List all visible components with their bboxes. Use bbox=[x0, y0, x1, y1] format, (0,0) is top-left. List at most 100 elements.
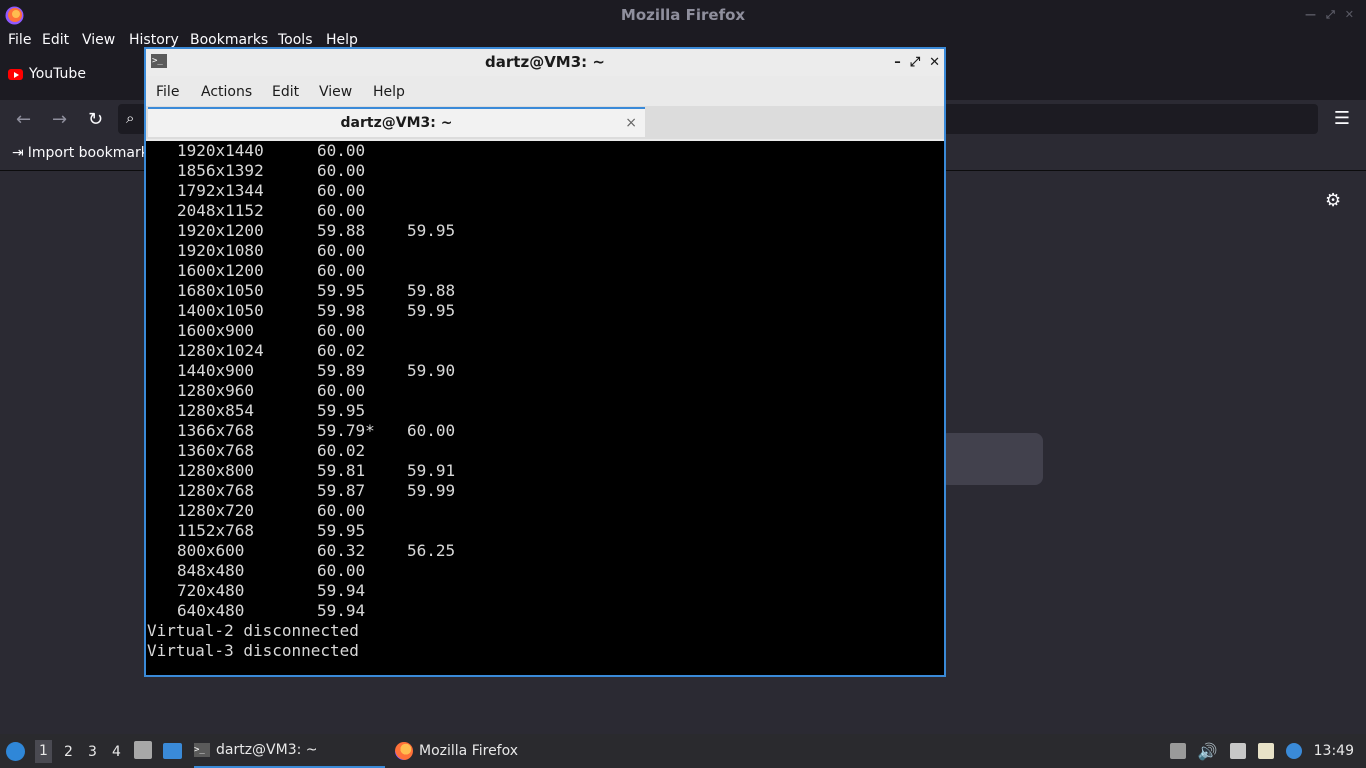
notification-icon[interactable] bbox=[1285, 743, 1302, 759]
import-icon: ⇥ bbox=[12, 145, 24, 161]
import-bookmarks-button[interactable]: ⇥ Import bookmark bbox=[12, 145, 149, 161]
tab-label: YouTube bbox=[29, 66, 86, 82]
clock[interactable]: 13:49 bbox=[1314, 743, 1354, 759]
menu-history[interactable]: History bbox=[129, 32, 179, 48]
mode-r2: 56.25 bbox=[407, 541, 456, 560]
task-firefox[interactable]: Mozilla Firefox bbox=[395, 734, 518, 768]
term-menu-actions[interactable]: Actions bbox=[201, 84, 252, 100]
terminal-mode-row: 1440x900 59.89 59.90 bbox=[146, 361, 944, 381]
mode-res: 1600x900 bbox=[177, 321, 255, 340]
terminal-mode-row: 1920x1440 60.00 bbox=[146, 141, 944, 161]
terminal-mode-row: 1600x1200 60.00 bbox=[146, 261, 944, 281]
import-bookmarks-label: Import bookmark bbox=[27, 145, 149, 161]
workspace-1[interactable]: 1 bbox=[35, 740, 52, 763]
clipboard-icon[interactable] bbox=[1257, 743, 1274, 759]
maximize-icon[interactable]: ⤢ bbox=[1326, 0, 1335, 30]
mode-res: 1280x960 bbox=[177, 381, 255, 400]
mode-res: 848x480 bbox=[177, 561, 245, 580]
terminal-output[interactable]: 1920x1440 60.00 1856x1392 60.00 1792x1344 60.… bbox=[146, 141, 944, 675]
mode-r1: 60.00 bbox=[317, 201, 366, 220]
terminal-mode-row: 1280x1024 60.02 bbox=[146, 341, 944, 361]
mode-r2: 59.95 bbox=[407, 301, 456, 320]
menu-tools[interactable]: Tools bbox=[278, 32, 313, 48]
term-menu-file[interactable]: File bbox=[156, 84, 179, 100]
close-icon[interactable]: × bbox=[625, 109, 637, 137]
mode-res: 1440x900 bbox=[177, 361, 255, 380]
menu-file[interactable]: File bbox=[8, 32, 31, 48]
network-icon[interactable] bbox=[1229, 743, 1246, 759]
minimize-icon[interactable]: — bbox=[1305, 0, 1316, 30]
mode-r1: 60.00 bbox=[317, 321, 366, 340]
mode-r2: 59.88 bbox=[407, 281, 456, 300]
mode-r1: 59.94 bbox=[317, 601, 366, 620]
terminal-mode-row: 848x480 60.00 bbox=[146, 561, 944, 581]
mode-r2: 59.90 bbox=[407, 361, 456, 380]
file-manager-icon[interactable] bbox=[134, 741, 152, 759]
minimize-icon[interactable]: – bbox=[894, 49, 901, 76]
hamburger-icon[interactable]: ☰ bbox=[1334, 108, 1350, 129]
firefox-icon bbox=[5, 5, 24, 25]
mode-res: 640x480 bbox=[177, 601, 245, 620]
terminal-mode-row: 800x600 60.32 56.25 bbox=[146, 541, 944, 561]
terminal-tabbar: dartz@VM3: ~ × bbox=[146, 106, 944, 139]
close-icon[interactable]: ✕ bbox=[929, 49, 940, 76]
start-menu-icon[interactable] bbox=[6, 742, 25, 761]
menu-help[interactable]: Help bbox=[326, 32, 358, 48]
workspace-2[interactable]: 2 bbox=[64, 744, 73, 760]
terminal-mode-row: 1280x960 60.00 bbox=[146, 381, 944, 401]
mode-r1: 60.00 bbox=[317, 161, 366, 180]
arrow-right-icon[interactable]: → bbox=[52, 109, 67, 130]
firefox-icon bbox=[395, 742, 413, 760]
mode-r1: 60.02 bbox=[317, 441, 366, 460]
mode-res: 1280x720 bbox=[177, 501, 255, 520]
mode-r1: 60.00 bbox=[317, 181, 366, 200]
mode-res: 1280x768 bbox=[177, 481, 255, 500]
menu-bookmarks[interactable]: Bookmarks bbox=[190, 32, 268, 48]
close-icon[interactable]: ✕ bbox=[1345, 0, 1354, 30]
task-terminal[interactable]: >_ dartz@VM3: ~ bbox=[194, 734, 385, 768]
mode-r1: 59.94 bbox=[317, 581, 366, 600]
mode-r1: 59.79* bbox=[317, 421, 375, 440]
terminal-mode-row: 1280x800 59.81 59.91 bbox=[146, 461, 944, 481]
tab-youtube[interactable]: YouTube bbox=[8, 66, 86, 82]
mode-r1: 59.95 bbox=[317, 401, 366, 420]
terminal-mode-row: 2048x1152 60.00 bbox=[146, 201, 944, 221]
terminal-icon: >_ bbox=[151, 54, 167, 68]
mode-r1: 60.00 bbox=[317, 261, 366, 280]
mode-res: 1280x854 bbox=[177, 401, 255, 420]
menu-edit[interactable]: Edit bbox=[42, 32, 69, 48]
mode-res: 2048x1152 bbox=[177, 201, 264, 220]
workspace-3[interactable]: 3 bbox=[88, 744, 97, 760]
youtube-icon bbox=[8, 68, 23, 80]
mode-r2: 59.99 bbox=[407, 481, 456, 500]
term-menu-view[interactable]: View bbox=[319, 84, 352, 100]
firefox-window-title: Mozilla Firefox bbox=[620, 6, 746, 24]
mode-res: 1360x768 bbox=[177, 441, 255, 460]
newtab-search-card[interactable] bbox=[940, 433, 1043, 485]
mode-res: 800x600 bbox=[177, 541, 245, 560]
workspace-4[interactable]: 4 bbox=[112, 744, 121, 760]
gear-icon[interactable]: ⚙ bbox=[1325, 190, 1341, 211]
reload-icon[interactable]: ↻ bbox=[88, 109, 103, 130]
mode-res: 1152x768 bbox=[177, 521, 255, 540]
menu-view[interactable]: View bbox=[82, 32, 115, 48]
task-firefox-label: Mozilla Firefox bbox=[419, 743, 519, 759]
mode-r1: 60.00 bbox=[317, 561, 366, 580]
term-menu-edit[interactable]: Edit bbox=[272, 84, 299, 100]
terminal-tab[interactable]: dartz@VM3: ~ × bbox=[148, 107, 645, 137]
volume-icon[interactable]: 🔊 bbox=[1198, 742, 1218, 761]
show-desktop-icon[interactable] bbox=[163, 743, 182, 759]
mode-res: 1792x1344 bbox=[177, 181, 264, 200]
terminal-mode-row: 1792x1344 60.00 bbox=[146, 181, 944, 201]
mode-r1: 60.32 bbox=[317, 541, 366, 560]
maximize-icon[interactable]: ⤢ bbox=[910, 49, 920, 76]
term-menu-help[interactable]: Help bbox=[373, 84, 405, 100]
mode-r1: 60.00 bbox=[317, 141, 366, 160]
task-terminal-label: dartz@VM3: ~ bbox=[216, 742, 318, 758]
arrow-left-icon[interactable]: ← bbox=[16, 109, 31, 130]
mode-r1: 59.98 bbox=[317, 301, 366, 320]
sd-card-icon[interactable] bbox=[1169, 743, 1186, 759]
terminal-mode-row: 720x480 59.94 bbox=[146, 581, 944, 601]
terminal-mode-row: 1360x768 60.02 bbox=[146, 441, 944, 461]
mode-r1: 60.00 bbox=[317, 241, 366, 260]
